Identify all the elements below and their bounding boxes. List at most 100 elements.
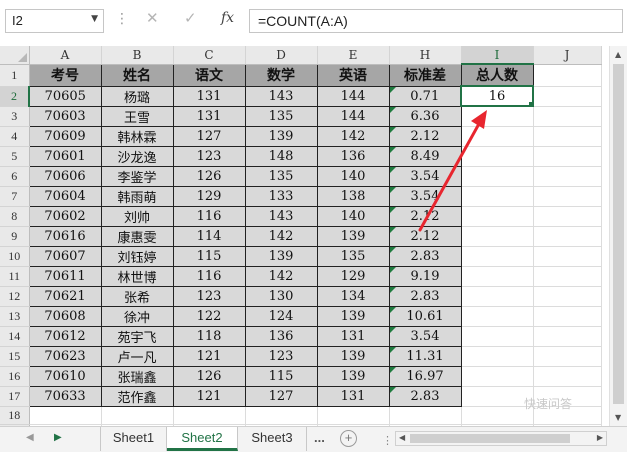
header-cell[interactable]: 英语 bbox=[316, 63, 390, 87]
data-cell[interactable]: 135 bbox=[244, 165, 318, 187]
row-header[interactable]: 15 bbox=[0, 346, 30, 367]
empty-cell[interactable] bbox=[461, 186, 534, 207]
data-cell[interactable]: 144 bbox=[316, 85, 390, 107]
data-cell[interactable]: 135 bbox=[244, 105, 318, 127]
data-cell[interactable]: 115 bbox=[172, 245, 246, 267]
data-cell[interactable]: 124 bbox=[244, 305, 318, 327]
empty-cell[interactable] bbox=[533, 306, 602, 327]
cancel-icon[interactable]: ✕ bbox=[146, 9, 159, 27]
data-cell[interactable]: 刘钰婷 bbox=[100, 245, 174, 267]
data-cell[interactable]: 范作鑫 bbox=[100, 385, 174, 407]
splitter-icon[interactable]: ⋮ bbox=[382, 434, 393, 447]
row-header[interactable]: 6 bbox=[0, 166, 30, 187]
data-cell[interactable]: 118 bbox=[172, 325, 246, 347]
data-cell[interactable]: 16.97 bbox=[388, 365, 462, 387]
tab-next-icon[interactable]: ▶ bbox=[54, 432, 62, 443]
row-header[interactable]: 9 bbox=[0, 226, 30, 247]
insert-function-icon[interactable]: fx bbox=[221, 10, 234, 26]
tab-sheet2[interactable]: Sheet2 bbox=[167, 427, 238, 451]
data-cell[interactable]: 135 bbox=[316, 245, 390, 267]
data-cell[interactable]: 116 bbox=[172, 205, 246, 227]
data-cell[interactable]: 3.54 bbox=[388, 325, 462, 347]
scroll-right-icon[interactable]: ▶ bbox=[597, 433, 603, 442]
formula-input[interactable]: =COUNT(A:A) bbox=[249, 9, 623, 33]
row-header[interactable]: 13 bbox=[0, 306, 30, 327]
data-cell[interactable]: 116 bbox=[172, 265, 246, 287]
empty-cell[interactable] bbox=[245, 406, 318, 425]
header-cell[interactable]: 考号 bbox=[28, 63, 102, 87]
enter-icon[interactable]: ✓ bbox=[184, 9, 197, 27]
data-cell[interactable]: 130 bbox=[244, 285, 318, 307]
data-cell[interactable]: 139 bbox=[316, 225, 390, 247]
vertical-scroll-thumb[interactable] bbox=[613, 64, 624, 404]
empty-cell[interactable] bbox=[461, 166, 534, 187]
empty-cell[interactable] bbox=[173, 406, 246, 425]
empty-cell[interactable] bbox=[533, 86, 602, 107]
empty-cell[interactable] bbox=[533, 146, 602, 167]
data-cell[interactable]: 139 bbox=[244, 245, 318, 267]
header-cell[interactable]: 语文 bbox=[172, 63, 246, 87]
empty-cell[interactable] bbox=[533, 166, 602, 187]
data-cell[interactable]: 140 bbox=[316, 205, 390, 227]
chevron-down-icon[interactable]: ▼ bbox=[91, 14, 98, 24]
select-all-corner[interactable] bbox=[0, 46, 30, 65]
data-cell[interactable]: 148 bbox=[244, 145, 318, 167]
data-cell[interactable]: 136 bbox=[244, 325, 318, 347]
data-cell[interactable]: 3.54 bbox=[388, 165, 462, 187]
add-sheet-button[interactable]: + bbox=[340, 430, 357, 447]
data-cell[interactable]: 142 bbox=[244, 265, 318, 287]
data-cell[interactable]: 144 bbox=[316, 105, 390, 127]
data-cell[interactable]: 徐冲 bbox=[100, 305, 174, 327]
name-box[interactable]: I2 ▼ bbox=[5, 9, 104, 33]
data-cell[interactable]: 11.31 bbox=[388, 345, 462, 367]
empty-cell[interactable] bbox=[461, 346, 534, 367]
column-header-h[interactable]: H bbox=[389, 46, 462, 65]
data-cell[interactable]: 131 bbox=[316, 385, 390, 407]
empty-cell[interactable] bbox=[461, 146, 534, 167]
tab-prev-icon[interactable]: ◀ bbox=[26, 432, 34, 443]
data-cell[interactable]: 3.54 bbox=[388, 185, 462, 207]
row-header[interactable]: 4 bbox=[0, 126, 30, 147]
data-cell[interactable]: 123 bbox=[244, 345, 318, 367]
empty-cell[interactable] bbox=[29, 406, 102, 425]
data-cell[interactable]: 沙龙逸 bbox=[100, 145, 174, 167]
empty-cell[interactable] bbox=[533, 206, 602, 227]
header-cell[interactable]: 总人数 bbox=[460, 63, 534, 87]
data-cell[interactable]: 139 bbox=[244, 125, 318, 147]
data-cell[interactable]: 苑宇飞 bbox=[100, 325, 174, 347]
data-cell[interactable]: 126 bbox=[172, 165, 246, 187]
data-cell[interactable]: 9.19 bbox=[388, 265, 462, 287]
data-cell[interactable]: 8.49 bbox=[388, 145, 462, 167]
data-cell[interactable]: 139 bbox=[316, 365, 390, 387]
empty-cell[interactable] bbox=[533, 346, 602, 367]
data-cell[interactable]: 70601 bbox=[28, 145, 102, 167]
data-cell[interactable]: 张希 bbox=[100, 285, 174, 307]
data-cell[interactable]: 131 bbox=[316, 325, 390, 347]
data-cell[interactable]: 韩雨萌 bbox=[100, 185, 174, 207]
column-header-a[interactable]: A bbox=[29, 46, 102, 65]
data-cell[interactable]: 王雪 bbox=[100, 105, 174, 127]
data-cell[interactable]: 140 bbox=[316, 165, 390, 187]
data-cell[interactable]: 6.36 bbox=[388, 105, 462, 127]
data-cell[interactable]: 70605 bbox=[28, 85, 102, 107]
row-header[interactable]: 7 bbox=[0, 186, 30, 207]
data-cell[interactable]: 卢一凡 bbox=[100, 345, 174, 367]
vertical-scrollbar[interactable]: ▲ ▼ bbox=[609, 46, 627, 426]
data-cell[interactable]: 0.71 bbox=[388, 85, 462, 107]
data-cell[interactable]: 70612 bbox=[28, 325, 102, 347]
row-header[interactable]: 1 bbox=[0, 64, 30, 87]
row-header[interactable]: 17 bbox=[0, 386, 30, 407]
data-cell[interactable]: 123 bbox=[172, 285, 246, 307]
empty-cell[interactable] bbox=[389, 406, 462, 425]
tab-sheet3[interactable]: Sheet3 bbox=[238, 427, 307, 451]
empty-cell[interactable] bbox=[317, 406, 390, 425]
data-cell[interactable]: 142 bbox=[244, 225, 318, 247]
scroll-down-icon[interactable]: ▼ bbox=[615, 413, 621, 422]
horizontal-scrollbar[interactable]: ◀ ▶ bbox=[395, 431, 607, 446]
empty-cell[interactable] bbox=[533, 106, 602, 127]
data-cell[interactable]: 129 bbox=[172, 185, 246, 207]
data-cell[interactable]: 121 bbox=[172, 345, 246, 367]
data-cell[interactable]: 121 bbox=[172, 385, 246, 407]
data-cell[interactable]: 122 bbox=[172, 305, 246, 327]
data-cell[interactable]: 杨璐 bbox=[100, 85, 174, 107]
